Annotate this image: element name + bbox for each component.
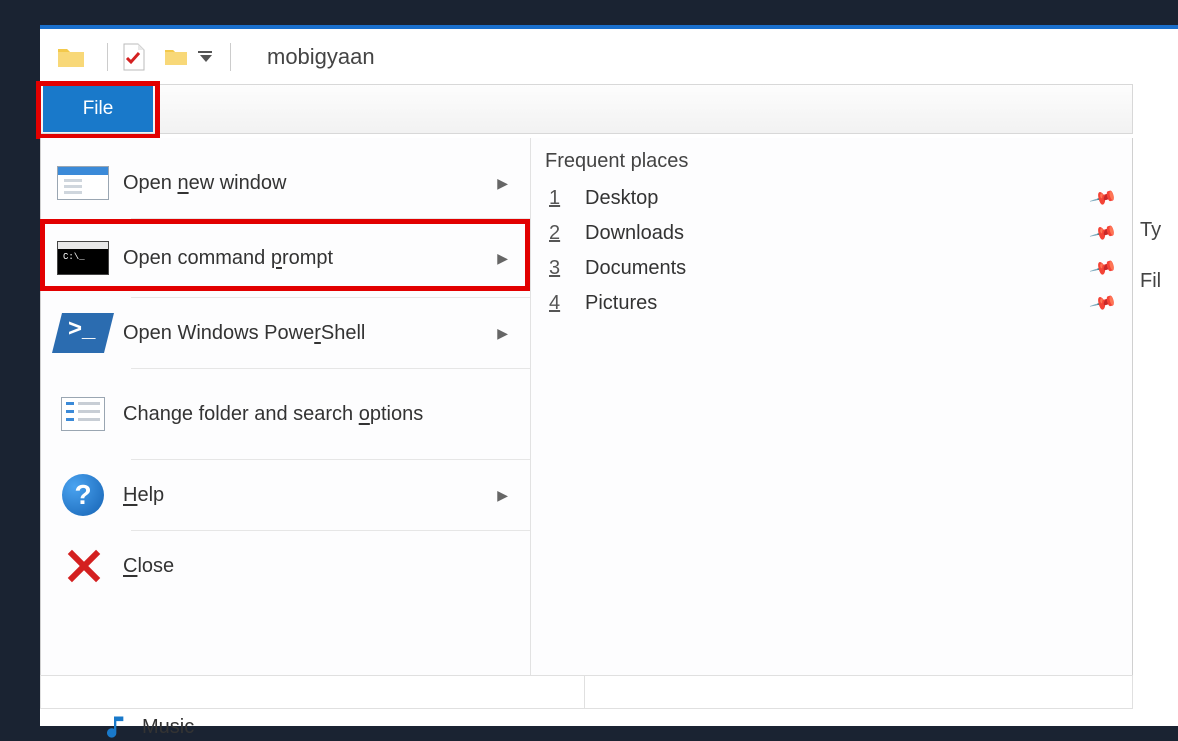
file-tab-label: File: [83, 98, 114, 120]
window-title: mobigyaan: [267, 44, 375, 70]
menu-open-command-prompt[interactable]: Open command prompt ▶: [41, 219, 530, 297]
freq-number: 3: [549, 257, 569, 280]
frequent-place-downloads[interactable]: 2 Downloads 📌: [545, 216, 1118, 251]
ribbon-bar: File: [40, 84, 1133, 134]
menu-label: Close: [113, 555, 516, 578]
freq-label: Downloads: [569, 222, 1092, 245]
menu-label: Change folder and search options: [113, 403, 516, 426]
freq-number: 4: [549, 292, 569, 315]
menu-open-new-window[interactable]: Open new window ▶: [41, 148, 530, 218]
frequent-places-pane: Frequent places 1 Desktop 📌 2 Downloads …: [531, 138, 1132, 697]
close-icon: [53, 545, 113, 587]
folder-icon: [55, 41, 87, 73]
search-bar-segment[interactable]: [585, 675, 1133, 709]
options-icon: [53, 393, 113, 435]
separator: [107, 43, 108, 71]
pin-icon[interactable]: 📌: [1088, 254, 1118, 283]
submenu-arrow-icon: ▶: [497, 325, 516, 342]
pin-icon[interactable]: 📌: [1088, 219, 1118, 248]
frequent-place-pictures[interactable]: 4 Pictures 📌: [545, 286, 1118, 321]
menu-help[interactable]: ? Help ▶: [41, 460, 530, 530]
freq-label: Documents: [569, 257, 1092, 280]
frequent-places-header: Frequent places: [545, 150, 1118, 173]
freq-number: 2: [549, 222, 569, 245]
freq-number: 1: [549, 187, 569, 210]
pin-icon[interactable]: 📌: [1088, 184, 1118, 213]
sidebar-item-label: Music: [142, 716, 194, 739]
quick-access-dropdown[interactable]: [198, 51, 212, 62]
file-menu-dropdown: Open new window ▶ Open command prompt ▶ …: [40, 138, 1133, 698]
freq-label: Desktop: [569, 187, 1092, 210]
submenu-arrow-icon: ▶: [497, 487, 516, 504]
window-icon: [53, 162, 113, 204]
separator: [230, 43, 231, 71]
frequent-place-desktop[interactable]: 1 Desktop 📌: [545, 181, 1118, 216]
title-bar: mobigyaan: [40, 29, 1178, 84]
freq-label: Pictures: [569, 292, 1092, 315]
new-folder-icon[interactable]: [160, 41, 192, 73]
pin-icon[interactable]: 📌: [1088, 289, 1118, 318]
music-icon: [100, 713, 128, 741]
sidebar-item-music[interactable]: Music: [100, 713, 194, 741]
help-icon: ?: [53, 474, 113, 516]
column-header-partial[interactable]: Ty: [1140, 219, 1161, 242]
address-bar-segment[interactable]: [40, 675, 585, 709]
submenu-arrow-icon: ▶: [497, 250, 516, 267]
menu-label: Open command prompt: [113, 247, 497, 270]
file-menu-left-pane: Open new window ▶ Open command prompt ▶ …: [41, 138, 531, 697]
explorer-window: mobigyaan File Open new window ▶ Open co…: [40, 25, 1178, 726]
details-columns-sliver: Ty Fil: [1140, 219, 1161, 321]
submenu-arrow-icon: ▶: [497, 175, 516, 192]
cmd-icon: [53, 237, 113, 279]
powershell-icon: >_: [53, 312, 113, 354]
file-tab[interactable]: File: [43, 86, 153, 132]
menu-label: Open new window: [113, 172, 497, 195]
menu-change-options[interactable]: Change folder and search options: [41, 369, 530, 459]
column-header-partial[interactable]: Fil: [1140, 270, 1161, 293]
menu-label: Help: [113, 484, 497, 507]
menu-close[interactable]: Close: [41, 531, 530, 601]
frequent-place-documents[interactable]: 3 Documents 📌: [545, 251, 1118, 286]
menu-open-powershell[interactable]: >_ Open Windows PowerShell ▶: [41, 298, 530, 368]
properties-icon[interactable]: [118, 41, 150, 73]
menu-label: Open Windows PowerShell: [113, 322, 497, 345]
